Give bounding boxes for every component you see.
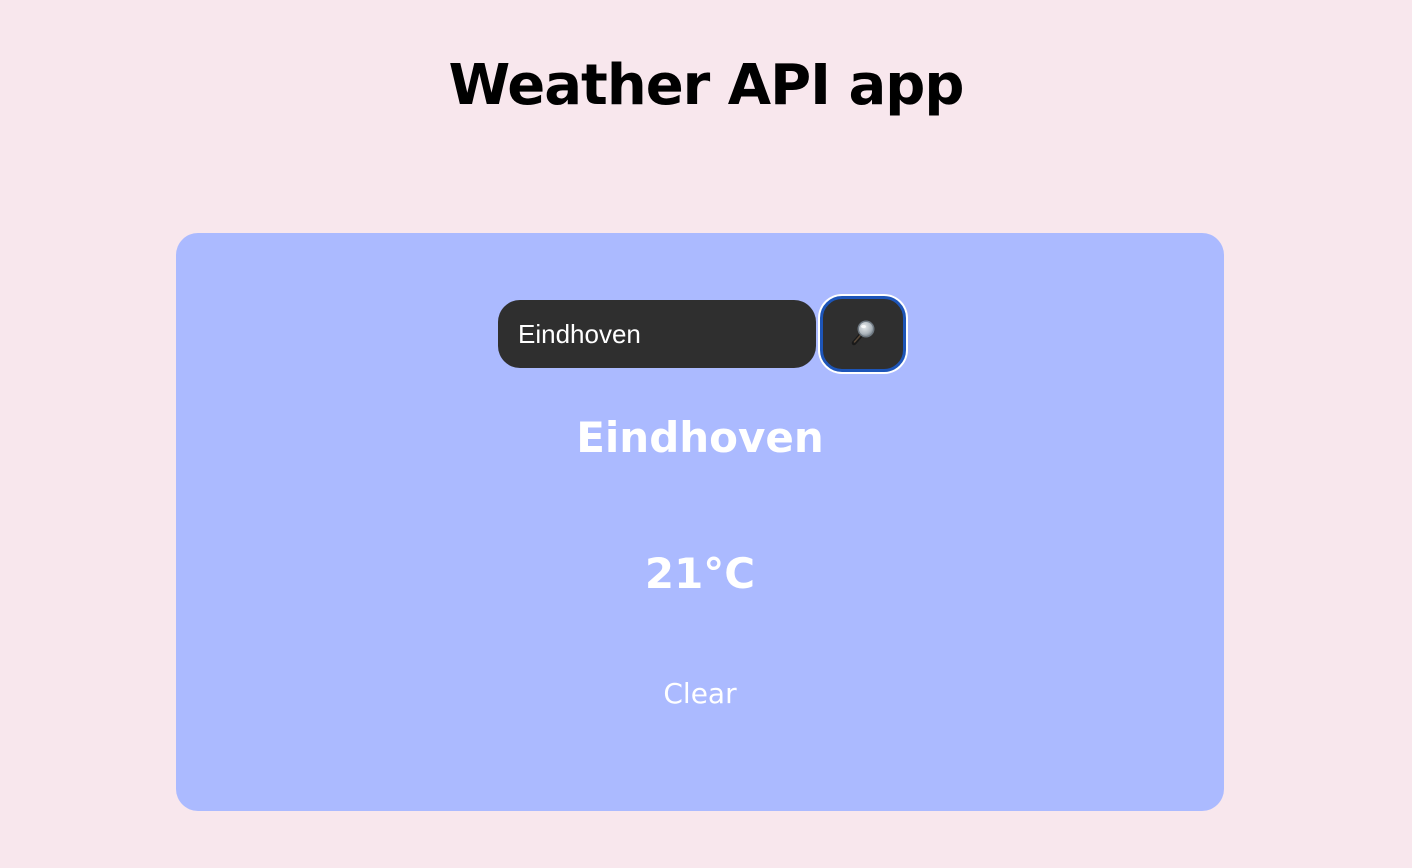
city-name: Eindhoven xyxy=(576,413,824,462)
weather-condition: Clear xyxy=(663,677,737,710)
search-button[interactable] xyxy=(820,296,906,372)
temperature-value: 21°C xyxy=(644,549,756,598)
magnifying-glass-icon xyxy=(848,318,878,351)
search-input[interactable] xyxy=(498,300,816,368)
weather-card: Eindhoven 21°C Clear xyxy=(176,233,1224,811)
page-title: Weather API app xyxy=(448,53,965,118)
